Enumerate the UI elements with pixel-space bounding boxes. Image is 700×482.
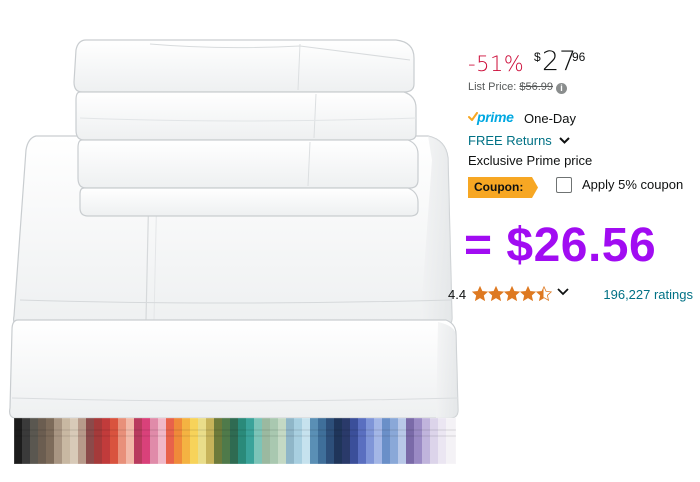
final-price-annotation: = $26.56 (464, 219, 657, 272)
sheet-set-illustration (9, 39, 459, 465)
free-returns-link[interactable]: FREE Returns (468, 133, 571, 148)
rating-value: 4.4 (448, 287, 467, 302)
list-price-label: List Price: (468, 81, 520, 93)
exclusive-prime-price: Exclusive Prime price (468, 153, 593, 168)
price-fraction: 96 (572, 50, 586, 64)
star-rating-icon[interactable] (472, 286, 554, 302)
free-returns-label: FREE Returns (468, 133, 552, 148)
price-currency-symbol: $ (534, 50, 541, 64)
discount-percent: -51% (468, 52, 525, 76)
apply-coupon-checkbox[interactable] (556, 177, 572, 193)
list-price: List Price: $56.99 i (468, 81, 568, 94)
rating-chevron-down-icon[interactable] (557, 288, 569, 296)
color-swatch-strip (13, 417, 457, 465)
chevron-down-icon (559, 137, 571, 144)
ratings-count-link[interactable]: 196,227 ratings (603, 287, 693, 302)
coupon-badge: Coupon: (468, 177, 538, 198)
info-icon[interactable]: i (556, 83, 568, 94)
product-image[interactable] (0, 0, 462, 482)
list-price-value: $56.99 (519, 81, 554, 93)
apply-coupon-label[interactable]: Apply 5% coupon (582, 177, 683, 192)
prime-logo-text: prime (477, 109, 514, 125)
coupon-badge-label: Coupon: (474, 180, 524, 194)
prime-delivery-speed: One-Day (524, 111, 577, 126)
rating-row: 4.4 196,227 ratings (448, 285, 700, 305)
